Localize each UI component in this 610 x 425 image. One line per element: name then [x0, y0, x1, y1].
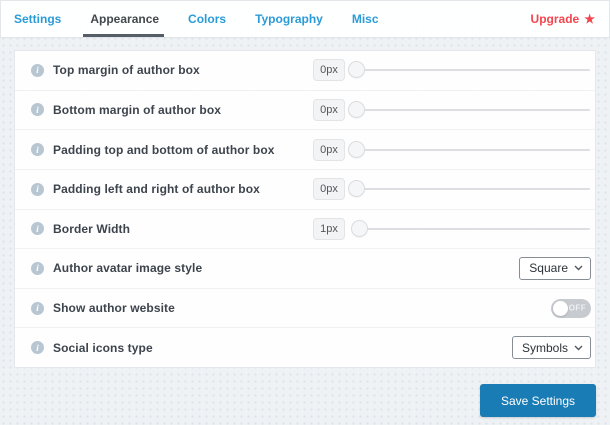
setting-label: Padding left and right of author box	[53, 182, 260, 197]
upgrade-label: Upgrade	[530, 12, 580, 26]
slider-track[interactable]	[357, 188, 590, 191]
info-icon[interactable]: i	[31, 301, 44, 315]
toggle-state-label: OFF	[568, 303, 586, 313]
setting-row-border-width: i Border Width 1px	[15, 210, 595, 250]
upgrade-link[interactable]: Upgrade ★	[531, 1, 595, 37]
info-icon[interactable]: i	[31, 182, 44, 196]
slider-value-badge: 0px	[313, 59, 345, 82]
setting-label: Social icons type	[53, 340, 153, 355]
settings-card: i Top margin of author box 0px i Bottom …	[14, 50, 596, 368]
setting-row-social-icons-type: i Social icons type Symbols	[15, 328, 595, 367]
info-icon[interactable]: i	[31, 63, 44, 77]
setting-row-padding-left-right: i Padding left and right of author box 0…	[15, 170, 595, 210]
slider-value-badge: 0px	[313, 98, 345, 121]
info-icon[interactable]: i	[31, 261, 44, 275]
star-icon: ★	[584, 12, 595, 26]
social-icons-selected-value: Symbols	[521, 340, 568, 355]
tab-settings[interactable]: Settings	[14, 1, 61, 37]
slider-value-badge: 0px	[313, 138, 345, 161]
social-icons-type-select[interactable]: Symbols	[511, 336, 591, 360]
slider-handle[interactable]	[348, 100, 365, 118]
info-icon[interactable]: i	[31, 222, 44, 236]
setting-label: Author avatar image style	[53, 261, 203, 276]
author-website-toggle[interactable]: OFF	[551, 298, 591, 318]
save-settings-button[interactable]: Save Settings	[479, 384, 596, 417]
tab-misc[interactable]: Misc	[352, 1, 379, 37]
top-margin-slider[interactable]	[348, 61, 591, 79]
info-icon[interactable]: i	[31, 103, 44, 117]
setting-row-bottom-margin: i Bottom margin of author box 0px	[15, 91, 595, 131]
tab-colors[interactable]: Colors	[188, 1, 226, 37]
setting-row-top-margin: i Top margin of author box 0px	[15, 51, 595, 91]
slider-value-badge: 0px	[313, 178, 345, 201]
slider-track[interactable]	[357, 148, 590, 151]
setting-label: Show author website	[53, 301, 175, 316]
setting-label: Padding top and bottom of author box	[53, 142, 275, 157]
slider-track[interactable]	[357, 227, 590, 230]
avatar-style-select[interactable]: Square	[519, 256, 591, 280]
slider-handle[interactable]	[351, 219, 368, 237]
toggle-knob[interactable]	[553, 300, 568, 316]
slider-handle[interactable]	[348, 180, 365, 198]
slider-value-badge: 1px	[313, 217, 345, 240]
bottom-margin-slider[interactable]	[348, 100, 591, 119]
tab-typography[interactable]: Typography	[255, 1, 323, 37]
tab-bar: Settings Appearance Colors Typography Mi…	[0, 0, 610, 38]
info-icon[interactable]: i	[31, 341, 44, 355]
setting-label: Bottom margin of author box	[53, 102, 222, 117]
tab-appearance[interactable]: Appearance	[83, 1, 164, 37]
slider-track[interactable]	[357, 69, 590, 72]
setting-row-show-website: i Show author website OFF	[15, 289, 595, 329]
border-width-slider[interactable]	[348, 219, 591, 238]
chevron-down-icon	[574, 345, 583, 351]
avatar-style-selected-value: Square	[529, 261, 568, 276]
chevron-down-icon	[574, 265, 583, 271]
padding-left-right-slider[interactable]	[348, 180, 591, 198]
slider-handle[interactable]	[348, 61, 365, 79]
slider-handle[interactable]	[348, 140, 365, 158]
setting-row-padding-top-bottom: i Padding top and bottom of author box 0…	[15, 130, 595, 170]
info-icon[interactable]: i	[31, 143, 44, 157]
setting-label: Top margin of author box	[53, 63, 200, 78]
setting-label: Border Width	[53, 221, 131, 236]
slider-track[interactable]	[357, 108, 590, 111]
setting-row-avatar-style: i Author avatar image style Square	[15, 249, 595, 289]
padding-top-bottom-slider[interactable]	[348, 140, 591, 159]
